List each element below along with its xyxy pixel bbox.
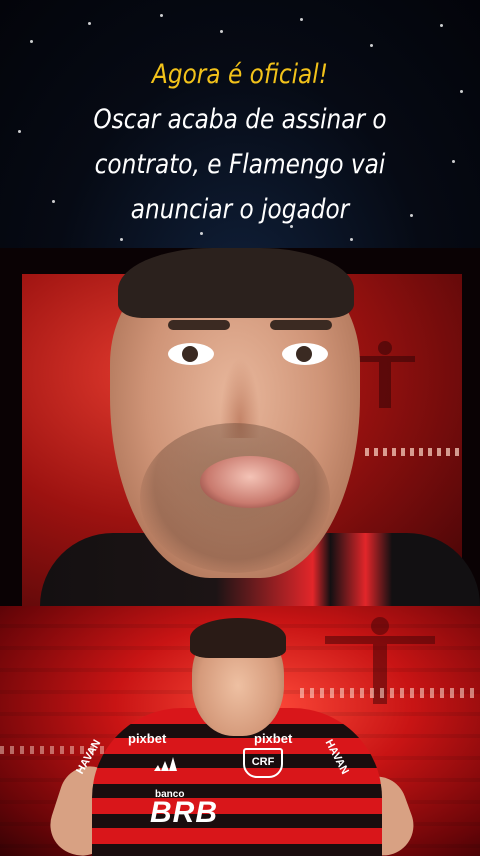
announcement-poster: pixbet pixbet HAVAN HAVAN CRF banco BRB — [0, 606, 480, 856]
player-hair — [190, 618, 286, 658]
right-eye — [282, 343, 328, 365]
selfie-video-panel — [0, 248, 480, 606]
caption-line-3: anunciar o jogador — [130, 194, 350, 225]
left-eye — [168, 343, 214, 365]
video-frame: Agora é oficial! Oscar acaba de assinar … — [0, 0, 480, 856]
christ-statue-silhouette — [355, 341, 415, 408]
caption-line-1: Oscar acaba de assinar o — [93, 104, 387, 135]
right-eyebrow — [270, 320, 332, 330]
stadium-lights — [300, 688, 480, 698]
flamengo-crest: CRF — [243, 748, 283, 778]
stadium-lights-left — [0, 746, 120, 754]
stadium-lights — [365, 448, 460, 456]
open-mouth — [200, 456, 300, 508]
person-hair — [118, 248, 354, 318]
adidas-logo-icon — [154, 757, 177, 771]
sponsor-brb: BRB — [150, 796, 218, 829]
sponsor-pixbet-left: pixbet — [128, 731, 167, 746]
caption-text: Agora é oficial! Oscar acaba de assinar … — [34, 52, 447, 232]
sponsor-pixbet-right: pixbet — [254, 731, 293, 746]
left-eyebrow — [168, 320, 230, 330]
caption-line-2: contrato, e Flamengo vai — [94, 149, 386, 180]
caption-panel: Agora é oficial! Oscar acaba de assinar … — [0, 0, 480, 248]
caption-highlight: Agora é oficial! — [151, 59, 329, 90]
